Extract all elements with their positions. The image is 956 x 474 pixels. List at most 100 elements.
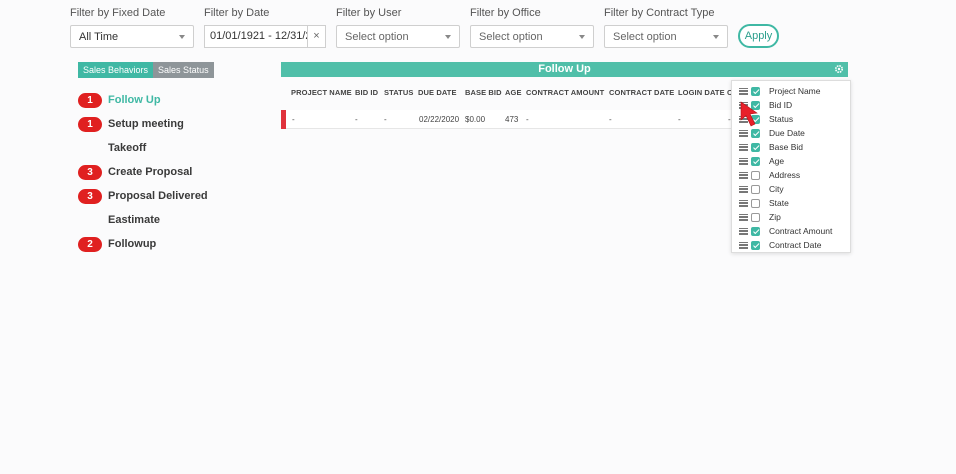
contract-type-select[interactable]: Select option	[604, 25, 728, 48]
column-option-label: City	[769, 184, 784, 194]
column-checkbox[interactable]	[751, 170, 760, 180]
cell-contract-amount: -	[526, 115, 529, 124]
status-flag	[281, 110, 286, 129]
col-header[interactable]: CONTRACT AMOUNT	[526, 88, 604, 97]
drag-handle-icon[interactable]	[739, 199, 748, 207]
tab-sales-behaviors[interactable]: Sales Behaviors	[78, 62, 154, 78]
stage-label: Eastimate	[108, 214, 160, 226]
col-header[interactable]: STATUS	[384, 88, 414, 97]
col-header[interactable]: BASE BID	[465, 88, 502, 97]
chevron-down-icon	[713, 34, 719, 39]
filter-office-label: Filter by Office	[470, 7, 541, 19]
filter-date-label: Filter by Date	[204, 7, 270, 19]
panel-title: Follow Up	[538, 63, 591, 75]
col-header[interactable]: AGE	[505, 88, 522, 97]
column-option[interactable]: City	[739, 183, 784, 195]
cell-project-name: -	[292, 115, 295, 124]
panel-header: Follow Up	[281, 62, 848, 77]
date-range-value[interactable]: 01/01/1921 - 12/31/2121	[205, 26, 307, 47]
drag-handle-icon[interactable]	[739, 129, 748, 137]
stage-label: Follow Up	[108, 94, 161, 106]
chevron-down-icon	[579, 34, 585, 39]
column-option[interactable]: State	[739, 197, 789, 209]
column-option-label: Status	[769, 114, 794, 124]
stage-count-badge: 2	[78, 236, 102, 252]
column-checkbox[interactable]	[751, 226, 760, 236]
view-toggle: Sales Behaviors Sales Status	[78, 62, 214, 78]
column-option-label: Due Date	[769, 128, 805, 138]
col-header[interactable]: CONTRACT DATE	[609, 88, 674, 97]
tab-sales-status[interactable]: Sales Status	[153, 62, 214, 78]
column-option-label: Base Bid	[769, 142, 804, 152]
office-select-placeholder: Select option	[479, 30, 543, 43]
column-checkbox[interactable]	[751, 156, 760, 166]
drag-handle-icon[interactable]	[739, 157, 748, 165]
drag-handle-icon[interactable]	[739, 171, 748, 179]
column-option[interactable]: Contract Date	[739, 239, 821, 251]
gear-icon[interactable]	[834, 64, 844, 74]
col-header[interactable]: BID ID	[355, 88, 378, 97]
filter-date: Filter by Date 01/01/1921 - 12/31/2121 ×	[204, 6, 326, 48]
filter-fixed-date-label: Filter by Fixed Date	[70, 7, 166, 19]
column-option[interactable]: Base Bid	[739, 141, 803, 153]
stage-item[interactable]: 1 Setup meeting	[78, 112, 208, 136]
column-checkbox[interactable]	[751, 198, 760, 208]
user-select-placeholder: Select option	[345, 30, 409, 43]
apply-button[interactable]: Apply	[738, 24, 779, 48]
stage-label: Proposal Delivered	[108, 190, 208, 202]
col-header[interactable]: LOGIN DATE	[678, 88, 725, 97]
stage-list: 1 Follow Up 1 Setup meeting Takeoff 3 Cr…	[78, 88, 208, 256]
column-checkbox[interactable]	[751, 142, 760, 152]
date-range-input[interactable]: 01/01/1921 - 12/31/2121 ×	[204, 25, 326, 48]
column-option-label: Zip	[769, 212, 781, 222]
stage-label: Followup	[108, 238, 157, 250]
stage-label: Create Proposal	[108, 166, 193, 178]
drag-handle-icon[interactable]	[739, 227, 748, 235]
column-option[interactable]: Address	[739, 169, 800, 181]
cell-contract-date: -	[609, 115, 612, 124]
column-checkbox[interactable]	[751, 86, 760, 96]
column-checkbox[interactable]	[751, 184, 760, 194]
cell-bid-id: -	[355, 115, 358, 124]
filter-contract-type-label: Filter by Contract Type	[604, 7, 715, 19]
stage-count-badge: 1	[78, 92, 102, 108]
cell-base-bid: $0.00	[465, 115, 486, 124]
user-select[interactable]: Select option	[336, 25, 460, 48]
office-select[interactable]: Select option	[470, 25, 594, 48]
stage-item[interactable]: 3 Proposal Delivered	[78, 184, 208, 208]
stage-item[interactable]: Eastimate	[78, 208, 208, 232]
fixed-date-select[interactable]: All Time	[70, 25, 194, 48]
filter-fixed-date: Filter by Fixed Date All Time	[70, 6, 194, 48]
contract-type-select-placeholder: Select option	[613, 30, 677, 43]
column-option[interactable]: Zip	[739, 211, 781, 223]
column-option-label: Age	[769, 156, 785, 166]
chevron-down-icon	[179, 34, 185, 39]
drag-handle-icon[interactable]	[739, 143, 748, 151]
stage-item[interactable]: 2 Followup	[78, 232, 208, 256]
col-header[interactable]: PROJECT NAME	[291, 88, 352, 97]
stage-count-badge: 3	[78, 164, 102, 180]
stage-item[interactable]: 3 Create Proposal	[78, 160, 208, 184]
filter-user-label: Filter by User	[336, 7, 402, 19]
col-header[interactable]: DUE DATE	[418, 88, 457, 97]
column-checkbox[interactable]	[751, 212, 760, 222]
fixed-date-value: All Time	[79, 30, 119, 43]
table-row[interactable]: - - - 02/22/2020 $0.00 473 - - - -	[281, 110, 736, 129]
column-option[interactable]: Age	[739, 155, 784, 167]
drag-handle-icon[interactable]	[739, 213, 748, 221]
column-checkbox[interactable]	[751, 240, 760, 250]
chevron-down-icon	[445, 34, 451, 39]
drag-handle-icon[interactable]	[739, 87, 748, 95]
drag-handle-icon[interactable]	[739, 241, 748, 249]
clear-icon[interactable]: ×	[307, 26, 325, 47]
stage-label: Setup meeting	[108, 118, 184, 130]
drag-handle-icon[interactable]	[739, 185, 748, 193]
stage-label: Takeoff	[108, 142, 147, 154]
column-option-label: Bid ID	[769, 100, 793, 110]
column-option-label: State	[769, 198, 789, 208]
column-option[interactable]: Project Name	[739, 85, 821, 97]
column-option[interactable]: Contract Amount	[739, 225, 832, 237]
stage-item[interactable]: Takeoff	[78, 136, 208, 160]
stage-item[interactable]: 1 Follow Up	[78, 88, 208, 112]
cell-login-date: -	[678, 115, 681, 124]
